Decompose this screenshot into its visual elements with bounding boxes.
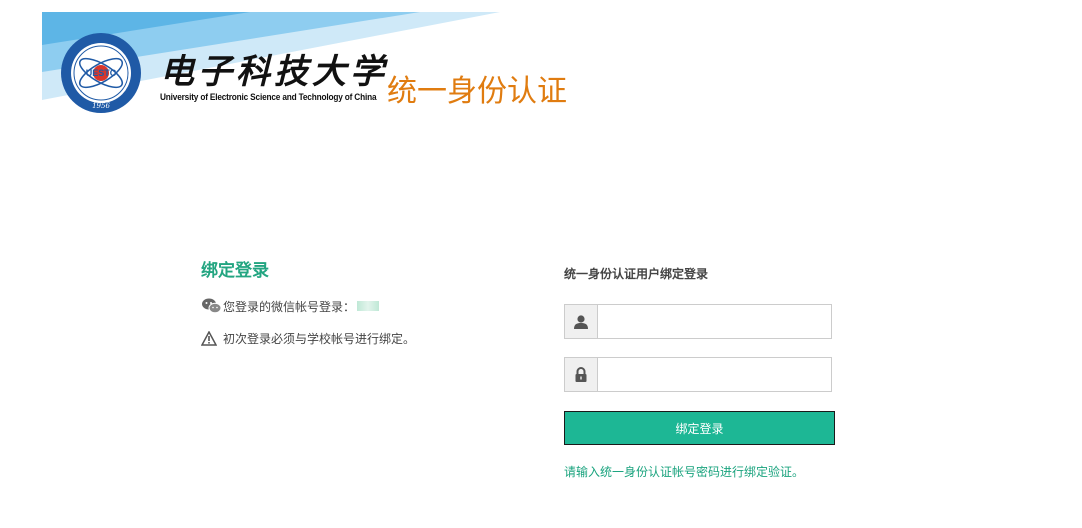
logo-text: UESTC xyxy=(86,68,117,78)
binding-notice-text: 初次登录必须与学校帐号进行绑定。 xyxy=(223,331,416,346)
password-field-group xyxy=(564,357,832,392)
system-title: 统一身份认证 xyxy=(387,74,567,109)
wechat-account-label: 您登录的微信帐号登录： xyxy=(223,299,356,314)
username-field-group xyxy=(564,304,832,339)
school-name-chinese: 电子科技大学 xyxy=(160,52,388,92)
binding-notice-row: 初次登录必须与学校帐号进行绑定。 xyxy=(201,329,415,347)
username-input[interactable] xyxy=(597,304,832,339)
bind-login-title: 绑定登录 xyxy=(201,261,269,281)
wechat-icon xyxy=(201,297,223,315)
logo-year: 1956 xyxy=(92,102,110,110)
header-banner: UESTC 1956 电子科技大学 University of Electron… xyxy=(0,0,1082,130)
wechat-account-value xyxy=(357,301,380,311)
university-logo: UESTC 1956 xyxy=(61,33,141,113)
warning-icon xyxy=(201,329,223,347)
user-icon xyxy=(564,304,597,339)
form-hint-text: 请输入统一身份认证帐号密码进行绑定验证。 xyxy=(564,465,805,479)
bind-login-button[interactable]: 绑定登录 xyxy=(564,411,835,445)
wechat-account-row: 您登录的微信帐号登录： xyxy=(201,297,380,315)
lock-icon xyxy=(564,357,597,392)
password-input[interactable] xyxy=(597,357,832,392)
login-form-heading: 统一身份认证用户绑定登录 xyxy=(564,267,709,281)
school-name-english: University of Electronic Science and Tec… xyxy=(160,92,377,102)
